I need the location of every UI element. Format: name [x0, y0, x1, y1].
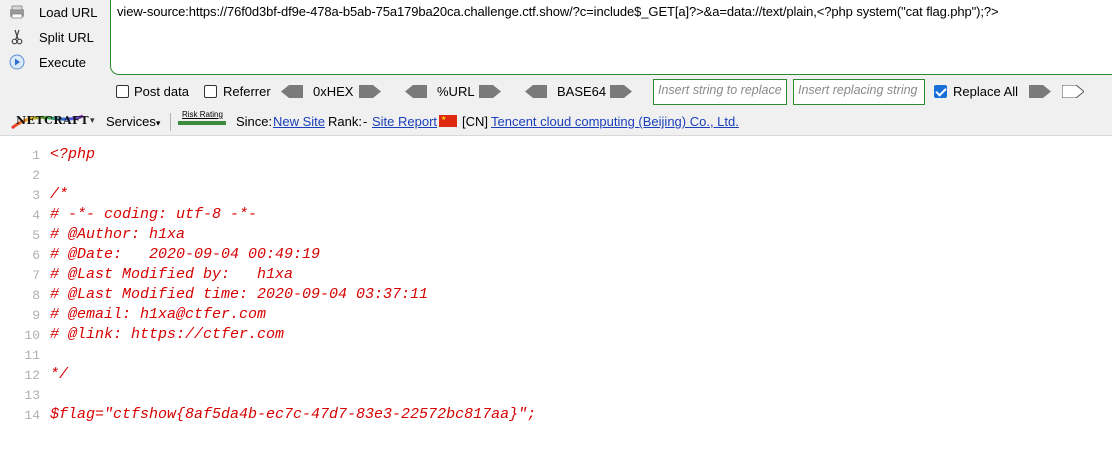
execute-label: Execute [39, 54, 86, 70]
line-number: 3 [32, 188, 40, 203]
source-line: 13 [0, 385, 1112, 405]
replace-all-label: Replace All [953, 84, 1019, 99]
line-number: 5 [32, 228, 40, 243]
toolbar-separator [170, 113, 171, 131]
replacing-string-input[interactable]: Insert replacing string [793, 79, 925, 105]
source-line: 7 # @Last Modified by: h1xa [0, 265, 1112, 285]
execute-button[interactable]: Execute [8, 51, 86, 73]
source-code-text: # @Last Modified by: h1xa [50, 266, 294, 283]
source-line: 11 [0, 345, 1112, 365]
line-number: 10 [24, 328, 40, 343]
source-line: 9 # @email: h1xa@ctfer.com [0, 305, 1112, 325]
load-url-button[interactable]: Load URL [8, 1, 98, 23]
source-line: 1 <?php [0, 145, 1112, 165]
line-number: 1 [32, 148, 40, 163]
source-line: 5 # @Author: h1xa [0, 225, 1112, 245]
url-textarea[interactable]: view-source:https://76f0d3bf-df9e-478a-b… [110, 0, 1112, 75]
line-number: 11 [24, 348, 40, 363]
line-number: 14 [24, 408, 40, 423]
source-code-text: # @Date: 2020-09-04 00:49:19 [50, 246, 321, 263]
replace-string-input[interactable]: Insert string to replace [653, 79, 787, 105]
split-url-label: Split URL [39, 29, 94, 45]
source-line: 4 # -*- coding: utf-8 -*- [0, 205, 1112, 225]
play-icon [8, 53, 26, 71]
post-data-label: Post data [134, 84, 189, 99]
source-code-text: */ [50, 366, 69, 383]
netcraft-menu-arrow-icon[interactable]: ▾ [90, 115, 95, 126]
services-menu[interactable]: Services▾ [106, 114, 160, 129]
netcraft-logo[interactable]: NETCRAFT [10, 113, 89, 129]
china-flag-icon: ★ [439, 115, 457, 127]
source-code-text: $flag="ctfshow{8af5da4b-ec7c-47d7-83e3-2… [50, 406, 537, 423]
risk-rating-label: Risk Rating [182, 110, 223, 119]
load-url-label: Load URL [39, 4, 98, 20]
replace-arrow-icon[interactable] [1029, 85, 1051, 98]
source-code-text: # @link: https://ctfer.com [50, 326, 285, 343]
line-number: 13 [24, 388, 40, 403]
since-label: Since: [236, 114, 273, 129]
split-url-button[interactable]: Split URL [8, 26, 94, 48]
source-line: 8 # @Last Modified time: 2020-09-04 03:37… [0, 285, 1112, 305]
source-code-text: <?php [50, 146, 96, 163]
base64-encode-arrow-icon[interactable] [610, 85, 632, 98]
source-code-text: # @email: h1xa@ctfer.com [50, 306, 267, 323]
line-number: 8 [32, 288, 40, 303]
source-line: 14 $flag="ctfshow{8af5da4b-ec7c-47d7-83e3… [0, 405, 1112, 425]
source-code-text: # @Last Modified time: 2020-09-04 03:37:… [50, 286, 429, 303]
country-code: [CN] [462, 114, 488, 129]
hex-decode-arrow-icon[interactable] [281, 85, 303, 98]
hackbar-panel: Load URL Split URL Execute view-source:h… [0, 0, 1112, 108]
referrer-label: Referrer [223, 84, 271, 99]
referrer-checkbox[interactable] [204, 85, 217, 98]
page-source-view: 1 <?php 2 3 /* 4 # -*- coding: utf-8 -*- 5 # @Au… [0, 145, 1112, 425]
post-data-checkbox[interactable] [116, 85, 129, 98]
hex-label: 0xHEX [313, 84, 354, 99]
replace-all-checkbox[interactable] [934, 85, 947, 98]
source-code-text: # -*- coding: utf-8 -*- [50, 206, 258, 223]
risk-rating-meter[interactable]: Risk Rating [176, 110, 228, 130]
line-number: 9 [32, 308, 40, 323]
line-number: 6 [32, 248, 40, 263]
line-number: 7 [32, 268, 40, 283]
rank-dash: - [363, 114, 368, 129]
source-line: 2 [0, 165, 1112, 185]
hackbar-options-row: Post data Referrer 0xHEX %URL BASE64 Ins… [0, 78, 1112, 106]
line-number: 2 [32, 168, 40, 183]
site-report-link[interactable]: Site Report [372, 114, 437, 129]
source-line: 12 */ [0, 365, 1112, 385]
risk-rating-bar [178, 121, 226, 125]
base64-label: BASE64 [557, 84, 607, 99]
url-decode-arrow-icon[interactable] [405, 85, 427, 98]
netcraft-toolbar: NETCRAFT ▾ Services▾ Risk Rating Since: … [0, 108, 1112, 136]
source-code-text: # @Author: h1xa [50, 226, 186, 243]
line-number: 12 [24, 368, 40, 383]
url-label: %URL [437, 84, 475, 99]
url-encode-arrow-icon[interactable] [479, 85, 501, 98]
base64-decode-arrow-icon[interactable] [525, 85, 547, 98]
load-url-icon [8, 3, 26, 21]
hosting-link[interactable]: Tencent cloud computing (Beijing) Co., L… [491, 114, 739, 129]
since-link[interactable]: New Site [273, 114, 325, 129]
line-number: 4 [32, 208, 40, 223]
source-line: 3 /* [0, 185, 1112, 205]
source-code-text: /* [50, 186, 69, 203]
scissors-icon [8, 28, 26, 46]
rank-label: Rank: [328, 114, 362, 129]
source-line: 6 # @Date: 2020-09-04 00:49:19 [0, 245, 1112, 265]
source-line: 10 # @link: https://ctfer.com [0, 325, 1112, 345]
replace-next-arrow-icon[interactable] [1062, 85, 1084, 98]
hex-encode-arrow-icon[interactable] [359, 85, 381, 98]
